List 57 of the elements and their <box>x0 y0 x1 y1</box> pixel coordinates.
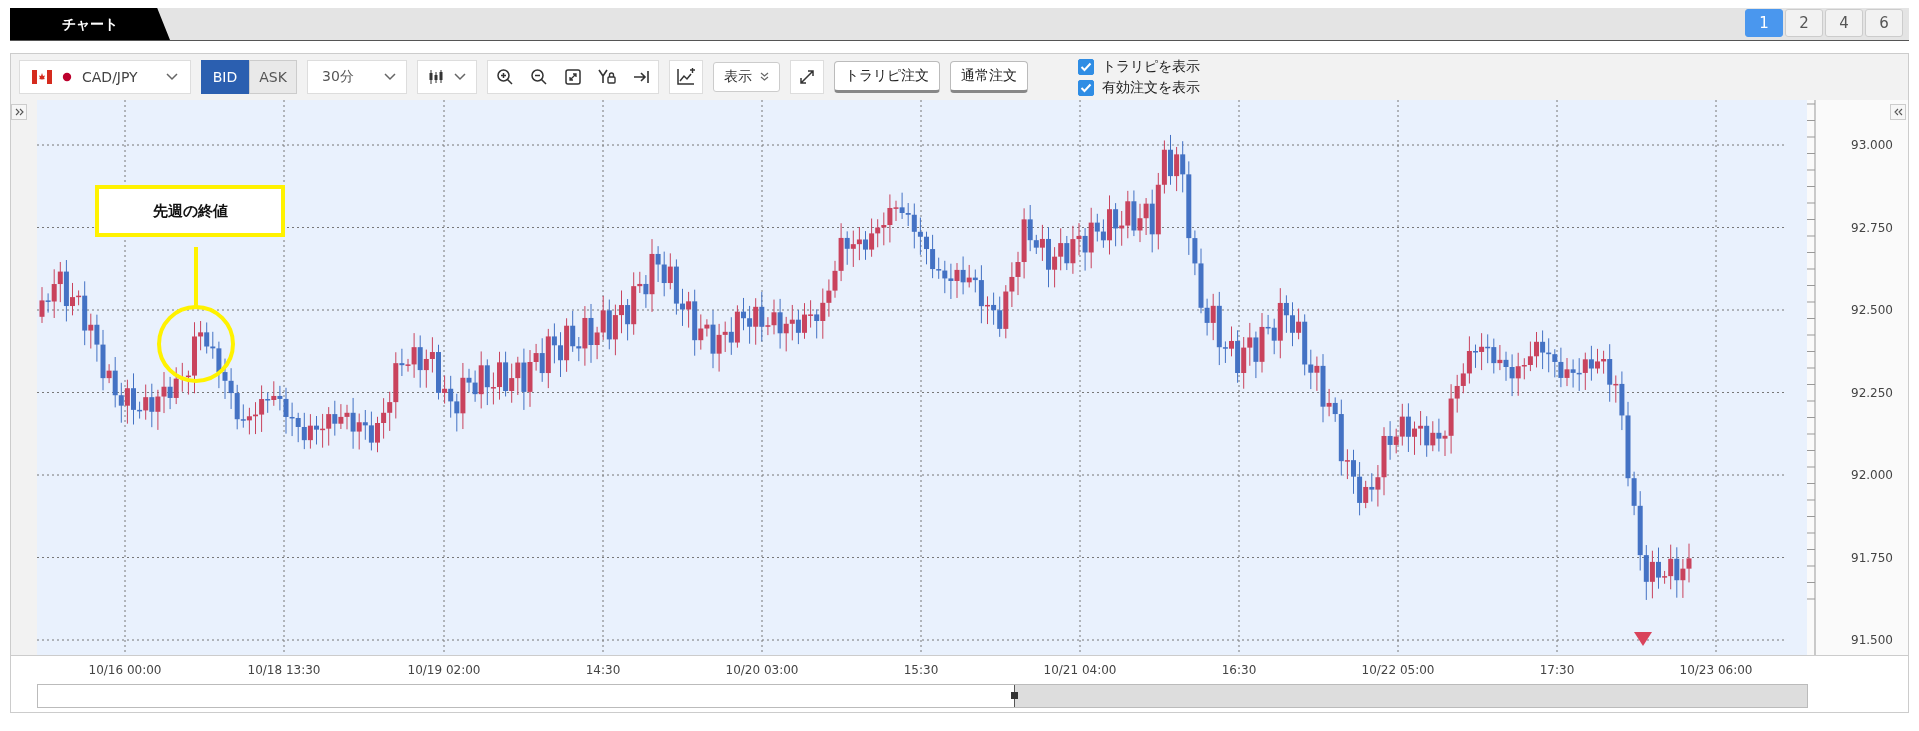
axis-label: 92.250 <box>1851 385 1893 400</box>
layout-button[interactable]: 6 <box>1865 9 1903 37</box>
axis-label: 14:30 <box>585 663 621 677</box>
arrow-to-bar-icon <box>632 68 650 86</box>
axis-label: 10/18 13:30 <box>247 663 321 677</box>
double-chevron-icon <box>760 72 769 82</box>
fit-screen-icon <box>564 68 582 86</box>
axis-label: 10/22 05:00 <box>1361 663 1435 677</box>
axis-label: 10/19 02:00 <box>407 663 481 677</box>
axis-label: 91.500 <box>1851 633 1893 647</box>
axis-label: 91.750 <box>1851 550 1893 565</box>
axis-label: 10/21 04:00 <box>1043 663 1117 677</box>
display-button[interactable]: 表示 <box>713 62 780 92</box>
double-chevron-left-icon <box>1893 108 1903 116</box>
order-button[interactable]: トラリピ注文 <box>834 61 940 93</box>
chevron-down-icon <box>384 73 396 81</box>
triangle-marker-icon <box>1634 632 1652 646</box>
axis-label: 92.000 <box>1851 468 1893 482</box>
timeframe-select[interactable]: 30分 <box>307 60 407 94</box>
price-side-button[interactable]: BID <box>201 60 249 94</box>
zoom-out-icon <box>530 68 548 86</box>
expand-icon <box>799 69 815 85</box>
axis-label: 93.000 <box>1851 138 1893 152</box>
axis-label: 10/23 06:00 <box>1679 663 1753 677</box>
add-indicator-button[interactable] <box>669 60 703 94</box>
chevron-down-icon <box>166 73 178 81</box>
axis-label: 15:30 <box>903 663 939 677</box>
checkbox[interactable] <box>1078 79 1094 96</box>
expand-left-button[interactable] <box>11 104 27 120</box>
axis-label: 92.500 <box>1851 303 1893 317</box>
order-button[interactable]: 通常注文 <box>950 61 1028 93</box>
scroll-handle-icon[interactable] <box>1011 692 1018 699</box>
chart-type-select[interactable] <box>417 60 477 94</box>
price-side-button[interactable]: ASK <box>249 60 297 94</box>
chart-plus-icon <box>676 68 696 86</box>
axis-label: 17:30 <box>1539 663 1575 677</box>
axis-label: 16:30 <box>1221 663 1257 677</box>
symbol-select[interactable]: CAD/JPY <box>19 60 191 94</box>
expand-button[interactable] <box>790 60 824 94</box>
annotation-label: 先週の終値 <box>95 185 285 237</box>
axis-label: 10/20 03:00 <box>725 663 799 677</box>
checkbox[interactable] <box>1078 58 1094 75</box>
axis-label: 10/16 00:00 <box>88 663 162 677</box>
scrollbar-thumb[interactable] <box>1014 685 1807 707</box>
y-lock-icon <box>597 68 617 86</box>
checkbox-label: トラリピを表示 <box>1102 57 1200 76</box>
zoom-in-icon <box>496 68 514 86</box>
chevron-down-icon <box>454 73 466 81</box>
canada-flag-icon <box>32 70 52 84</box>
double-chevron-right-icon <box>14 108 24 116</box>
layout-button[interactable]: 2 <box>1785 9 1823 37</box>
checkbox-label: 有効注文を表示 <box>1102 78 1200 97</box>
layout-button[interactable]: 4 <box>1825 9 1863 37</box>
candlestick-icon <box>428 69 444 85</box>
collapse-right-button[interactable] <box>1890 104 1906 120</box>
chart-tab[interactable]: チャート <box>10 8 170 40</box>
axis-label: 92.750 <box>1851 220 1893 235</box>
